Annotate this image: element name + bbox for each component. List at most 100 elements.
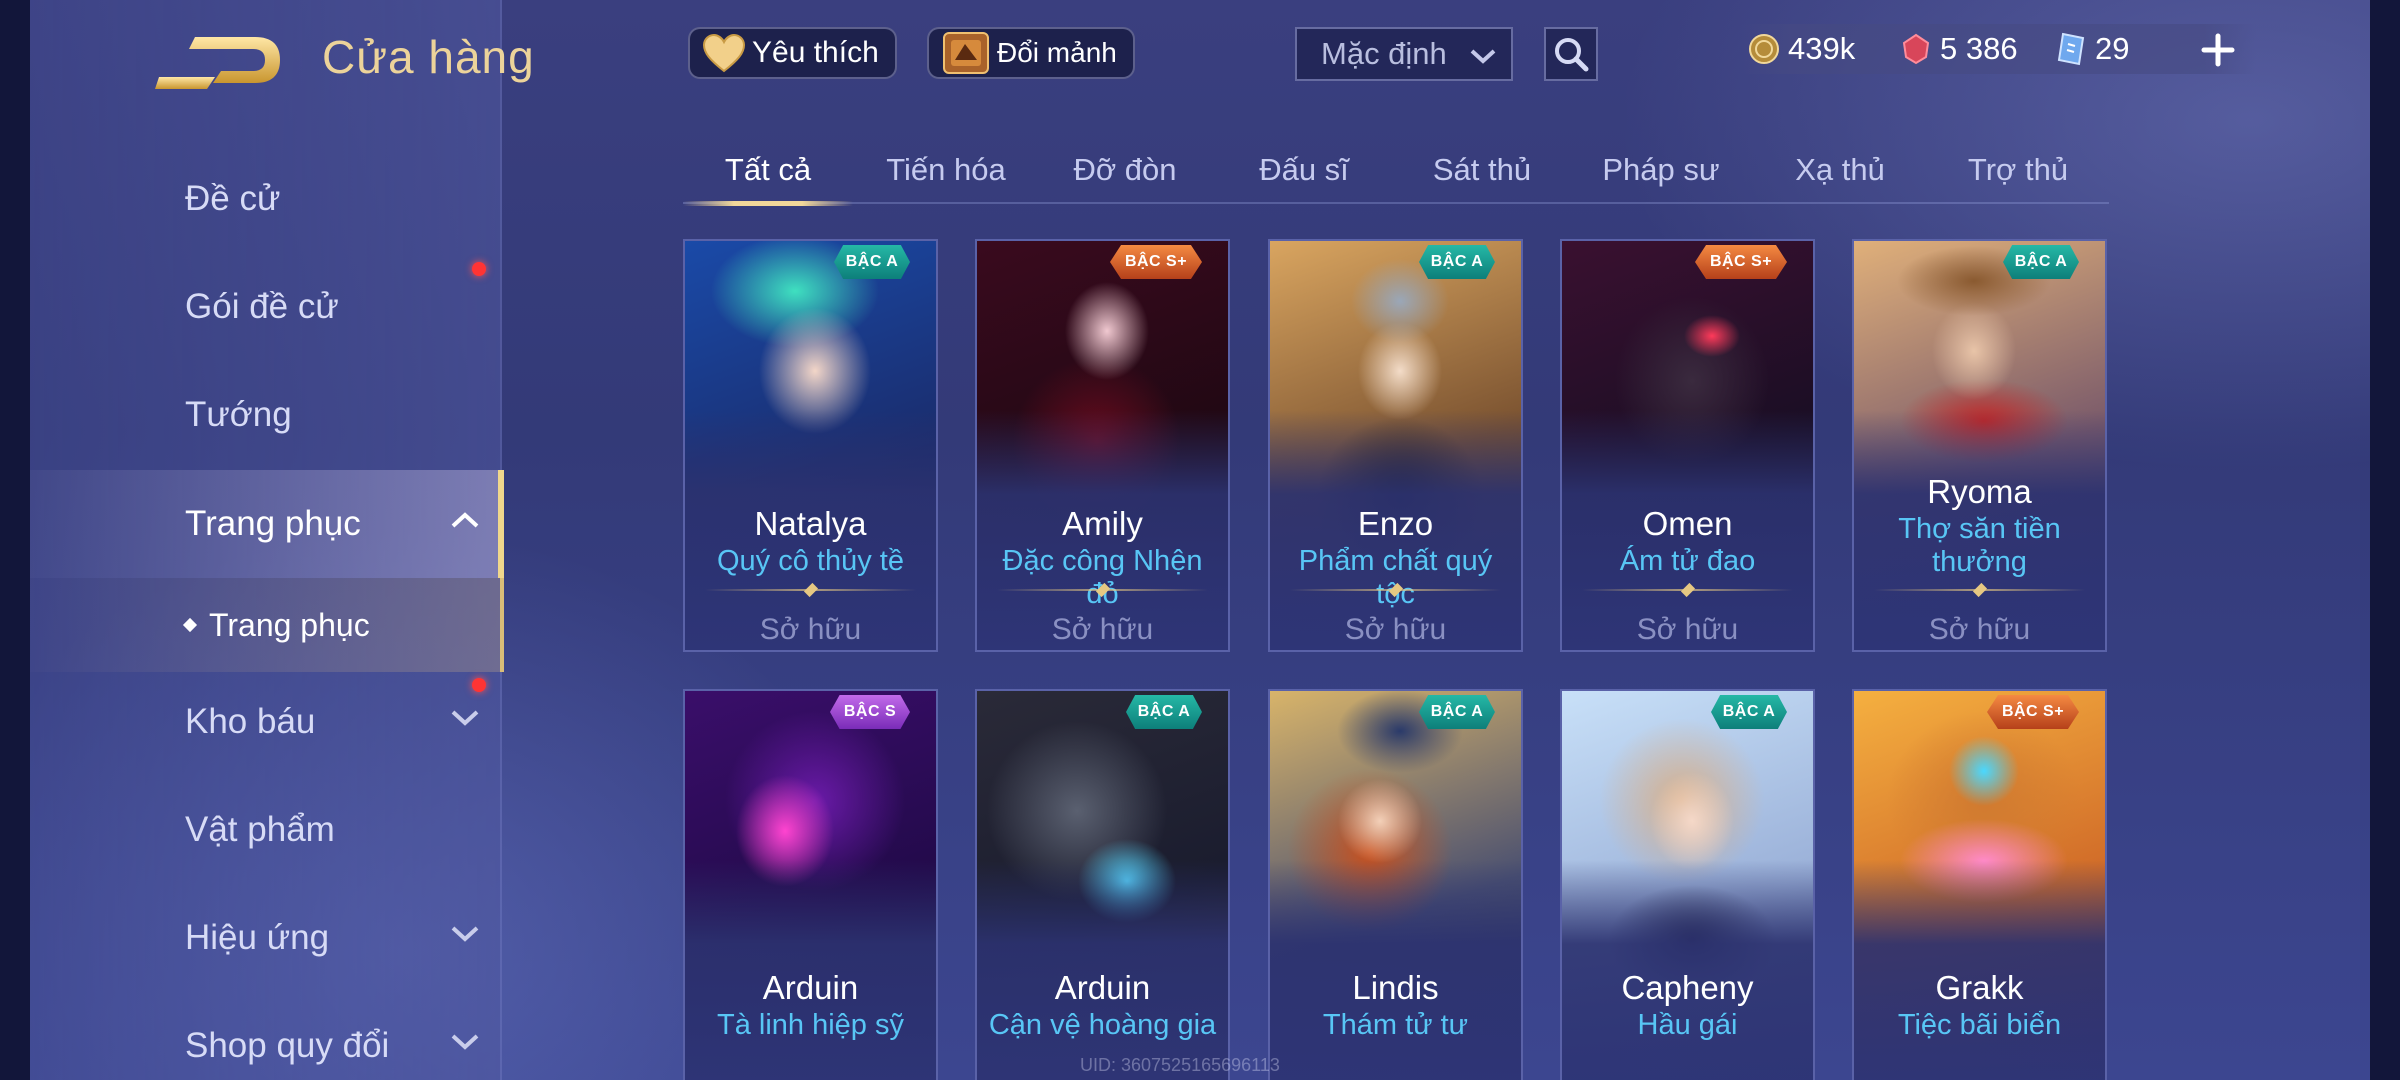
- skin-name: Thợ săn tiền thưởng: [1898, 513, 2061, 578]
- hero-name: Lindis: [1352, 969, 1439, 1006]
- exchange-shards-label: Đổi mảnh: [997, 37, 1117, 68]
- skin-name: Phẩm chất quý tộc: [1298, 545, 1493, 610]
- tier-badge: BẬC A: [1126, 695, 1202, 729]
- sort-dropdown[interactable]: Mặc định: [1295, 27, 1513, 81]
- skin-card[interactable]: BẬC A Enzo Phẩm chất quý tộc Sở hữu: [1268, 239, 1523, 652]
- screen-edge-left: [0, 0, 30, 1080]
- sidebar-subitem-label: Trang phục: [209, 606, 370, 643]
- ruby-icon: [1902, 33, 1930, 65]
- tier-badge: BẬC S+: [1110, 245, 1202, 279]
- chevron-up-icon: [451, 512, 479, 528]
- gold-balance: 439k: [1748, 26, 1855, 72]
- chevron-down-icon: [451, 1034, 479, 1050]
- sidebar-item-effects[interactable]: Hiệu ứng: [30, 884, 502, 992]
- sidebar-item-treasure[interactable]: Kho báu: [30, 668, 502, 776]
- ruby-balance: 5 386: [1900, 26, 2018, 72]
- top-up-button[interactable]: [2198, 30, 2238, 70]
- tab-all[interactable]: Tất cả: [683, 138, 853, 206]
- search-button[interactable]: [1544, 27, 1598, 81]
- divider: [997, 589, 1208, 591]
- tab-marksman[interactable]: Xạ thủ: [1755, 138, 1925, 202]
- skin-card[interactable]: BẬC A Capheny Hầu gái: [1560, 689, 1815, 1080]
- search-icon: [1555, 38, 1589, 72]
- chevron-down-icon: [451, 710, 479, 726]
- sidebar-item-label: Đề cử: [185, 179, 281, 218]
- tab-support[interactable]: Trợ thủ: [1933, 138, 2103, 202]
- sort-value: Mặc định: [1321, 36, 1447, 71]
- hero-name: Omen: [1642, 505, 1733, 542]
- sidebar-item-recommended[interactable]: Đề cử: [30, 145, 502, 253]
- skin-card[interactable]: BẬC S+ Amily Đặc công Nhện đỏ Sở hữu: [975, 239, 1230, 652]
- owned-status: Sở hữu: [1928, 613, 2031, 646]
- skin-name: Hầu gái: [1637, 1009, 1738, 1041]
- sidebar-item-items[interactable]: Vật phẩm: [30, 776, 502, 884]
- skin-card[interactable]: BẬC S+ Grakk Tiệc bãi biển: [1852, 689, 2107, 1080]
- voucher-value: 29: [2095, 31, 2130, 66]
- sidebar-item-label: Gói đề cử: [185, 287, 339, 326]
- page-title: Cửa hàng: [322, 31, 535, 83]
- tab-assassin[interactable]: Sát thủ: [1397, 138, 1567, 202]
- gold-coin-icon: [1749, 34, 1779, 64]
- tab-mage[interactable]: Pháp sư: [1576, 138, 1746, 202]
- heart-icon: [702, 33, 746, 73]
- tab-evolution[interactable]: Tiến hóa: [861, 138, 1031, 202]
- sidebar-item-label: Hiệu ứng: [185, 918, 330, 957]
- hero-name: Grakk: [1935, 969, 2024, 1006]
- tier-badge: BẬC A: [1711, 695, 1787, 729]
- sidebar-item-recommended-packs[interactable]: Gói đề cử: [30, 253, 502, 361]
- sidebar-item-label: Tướng: [185, 395, 292, 434]
- tier-badge: BẬC A: [834, 245, 910, 279]
- screen-edge-right: [2370, 0, 2400, 1080]
- uid-watermark: UID: 3607525165696113: [1080, 1055, 1280, 1075]
- ruby-value: 5 386: [1940, 31, 2018, 66]
- voucher-icon: [2057, 32, 2085, 66]
- favorite-label: Yêu thích: [752, 36, 879, 69]
- hero-name: Arduin: [1054, 969, 1151, 1006]
- hero-name: Amily: [1062, 505, 1143, 542]
- skin-card[interactable]: BẬC A Arduin Cận vệ hoàng gia: [975, 689, 1230, 1080]
- tier-badge: BẬC S: [830, 695, 910, 729]
- skin-card[interactable]: BẬC A Lindis Thám tử tư: [1268, 689, 1523, 1080]
- back-button[interactable]: [155, 25, 285, 95]
- notification-dot: [472, 262, 486, 276]
- divider: [1874, 589, 2085, 591]
- sidebar-item-label: Trang phục: [185, 504, 361, 543]
- tab-warrior[interactable]: Đấu sĩ: [1219, 138, 1389, 202]
- skin-name: Tà linh hiệp sỹ: [717, 1009, 904, 1041]
- divider: [1582, 589, 1793, 591]
- tier-badge: BẬC A: [2003, 245, 2079, 279]
- skin-name: Thám tử tư: [1322, 1009, 1469, 1041]
- shard-chest-icon: [943, 32, 989, 74]
- sidebar-subitem-skins[interactable]: Trang phục: [30, 578, 504, 672]
- owned-status: Sở hữu: [1051, 613, 1154, 646]
- exchange-shards-button[interactable]: Đổi mảnh: [927, 27, 1135, 79]
- skin-card[interactable]: BẬC S+ Omen Ám tử đao Sở hữu: [1560, 239, 1815, 652]
- bullet-icon: [182, 617, 198, 633]
- tier-badge: BẬC S+: [1987, 695, 2079, 729]
- skin-card[interactable]: BẬC A Ryoma Thợ săn tiền thưởng Sở hữu: [1852, 239, 2107, 652]
- skin-card[interactable]: BẬC S Arduin Tà linh hiệp sỹ: [683, 689, 938, 1080]
- hero-name: Ryoma: [1927, 473, 2032, 510]
- owned-status: Sở hữu: [1344, 613, 1447, 646]
- skin-name: Tiệc bãi biển: [1897, 1009, 2062, 1041]
- tier-badge: BẬC A: [1419, 695, 1495, 729]
- sidebar-item-heroes[interactable]: Tướng: [30, 361, 502, 469]
- sidebar-item-label: Kho báu: [185, 702, 316, 741]
- sidebar-item-exchange-shop[interactable]: Shop quy đổi: [30, 992, 502, 1080]
- shop-screen: Cửa hàng Đề cử Gói đề cử Tướng Trang phụ…: [0, 0, 2400, 1080]
- hero-name: Natalya: [754, 505, 867, 542]
- skin-name: Cận vệ hoàng gia: [988, 1009, 1217, 1041]
- tier-badge: BẬC A: [1419, 245, 1495, 279]
- sidebar-item-label: Shop quy đổi: [185, 1026, 390, 1065]
- hero-name: Capheny: [1621, 969, 1754, 1006]
- divider: [1290, 589, 1501, 591]
- plus-icon: [2201, 33, 2235, 67]
- skin-card[interactable]: BẬC A Natalya Quý cô thủy tề Sở hữu: [683, 239, 938, 652]
- sidebar-item-label: Vật phẩm: [185, 810, 335, 849]
- favorite-button[interactable]: Yêu thích: [688, 27, 897, 79]
- hero-name: Arduin: [762, 969, 859, 1006]
- tab-tank[interactable]: Đỡ đòn: [1040, 138, 1210, 202]
- owned-status: Sở hữu: [1636, 613, 1739, 646]
- chevron-down-icon: [1470, 49, 1496, 64]
- sidebar-item-skins[interactable]: Trang phục: [30, 470, 504, 578]
